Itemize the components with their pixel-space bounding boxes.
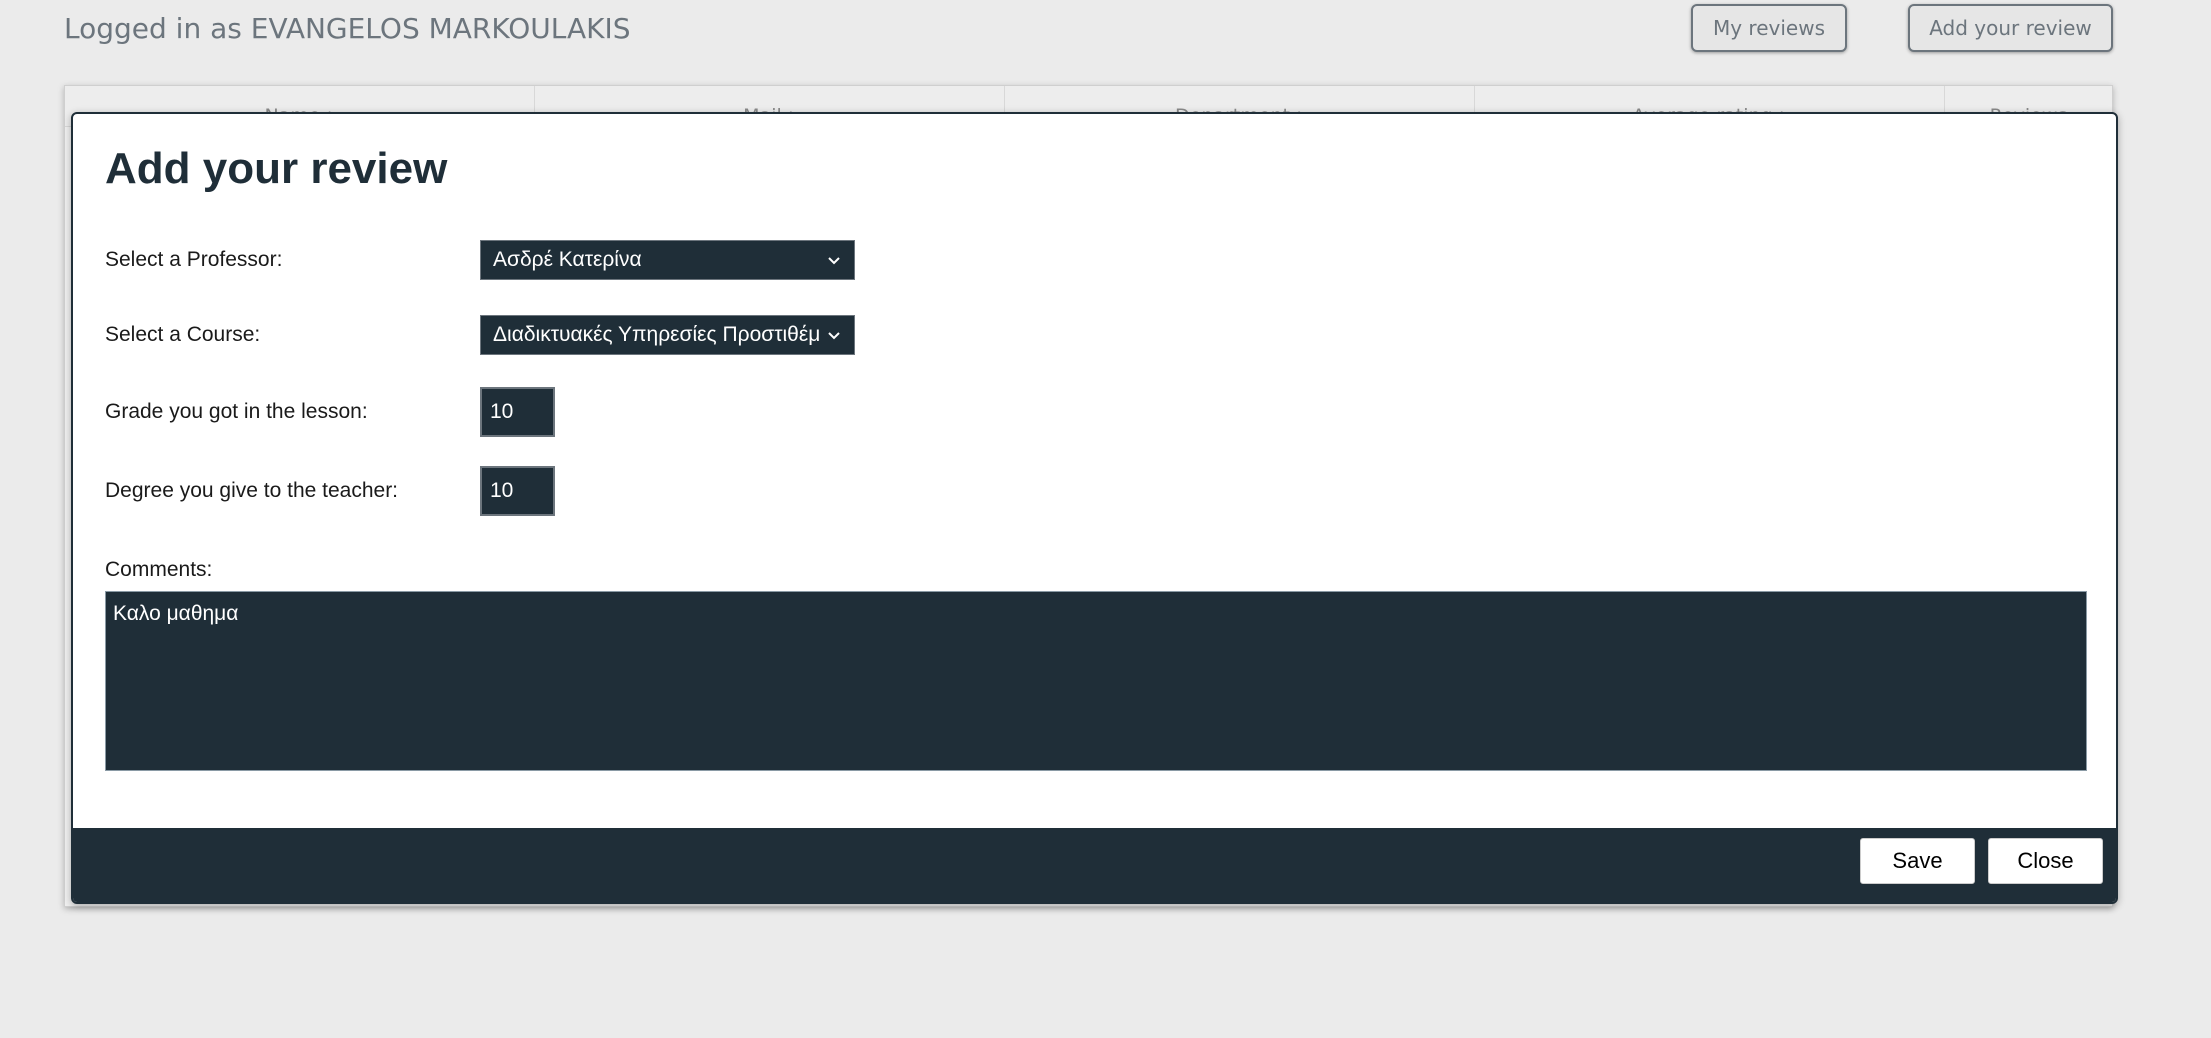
top-bar: Logged in as EVANGELOS MARKOULAKIS My re… (0, 0, 2211, 62)
modal-footer: Save Close (73, 828, 2116, 902)
save-button[interactable]: Save (1860, 838, 1975, 884)
comments-textarea[interactable]: Καλο μαθημα (105, 591, 2087, 771)
close-button[interactable]: Close (1988, 838, 2103, 884)
course-select-value: Διαδικτυακές Υπηρεσίες Προστιθέμ (493, 323, 820, 346)
course-label: Select a Course: (105, 323, 261, 346)
my-reviews-button[interactable]: My reviews (1691, 4, 1847, 52)
professor-label: Select a Professor: (105, 248, 283, 271)
logged-in-text: Logged in as EVANGELOS MARKOULAKIS (64, 12, 631, 45)
comments-label: Comments: (105, 558, 213, 581)
grade-row: Grade you got in the lesson: 10 (105, 387, 555, 437)
chevron-down-icon (828, 257, 840, 265)
grade-label: Grade you got in the lesson: (105, 400, 368, 423)
degree-row: Degree you give to the teacher: 10 (105, 466, 555, 516)
degree-label: Degree you give to the teacher: (105, 479, 399, 502)
grade-input[interactable]: 10 (480, 387, 555, 437)
course-select[interactable]: Διαδικτυακές Υπηρεσίες Προστιθέμ (480, 315, 855, 355)
professor-select[interactable]: Ασδρέ Κατερίνα (480, 240, 855, 280)
chevron-down-icon (828, 332, 840, 340)
professor-select-value: Ασδρέ Κατερίνα (493, 248, 642, 271)
course-row: Select a Course: Διαδικτυακές Υπηρεσίες … (105, 315, 855, 355)
degree-input[interactable]: 10 (480, 466, 555, 516)
add-review-modal: Add your review Select a Professor: Ασδρ… (71, 112, 2118, 904)
modal-title: Add your review (105, 144, 448, 193)
professor-row: Select a Professor: Ασδρέ Κατερίνα (105, 240, 855, 280)
add-review-button[interactable]: Add your review (1908, 4, 2113, 52)
